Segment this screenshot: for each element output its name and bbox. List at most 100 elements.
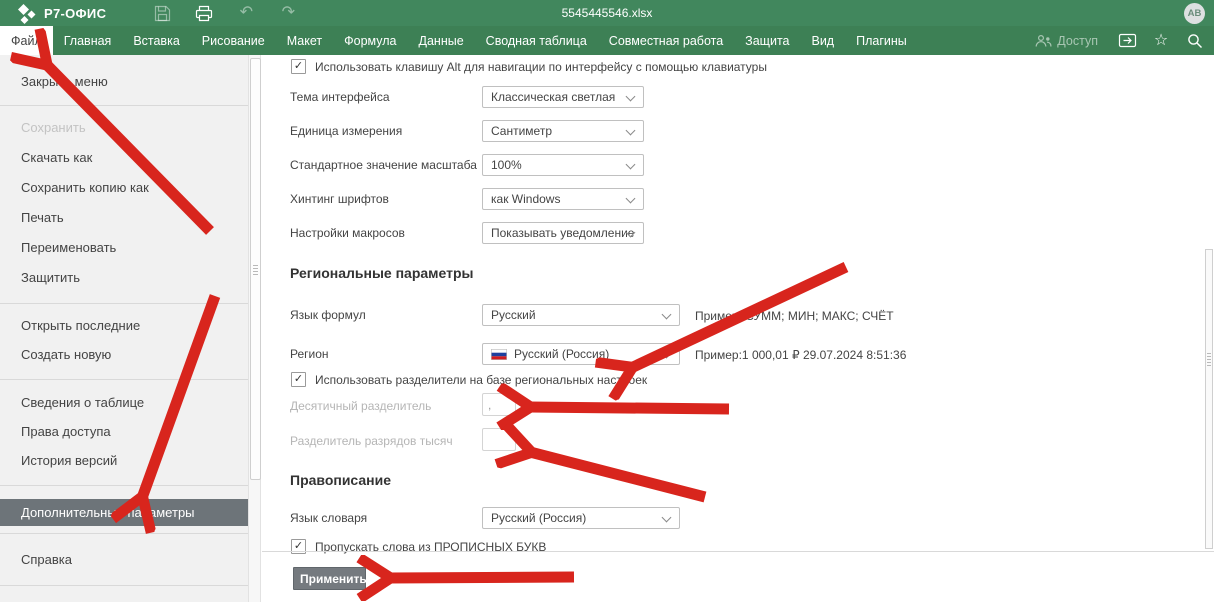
regional-separators-checkbox-row: ✓ Использовать разделители на базе регио… <box>291 372 647 387</box>
unit-label: Единица измерения <box>290 124 402 138</box>
tab-file[interactable]: Файл <box>0 26 53 55</box>
undo-icon[interactable]: ↶ <box>236 3 256 23</box>
save-icon[interactable] <box>152 3 172 23</box>
share-access-button[interactable]: Доступ <box>1023 34 1110 48</box>
tab-pivot-table[interactable]: Сводная таблица <box>475 26 598 55</box>
menu-save-copy-as[interactable]: Сохранить копию как <box>0 174 248 202</box>
regional-section-title: Региональные параметры <box>290 265 474 281</box>
tab-protection[interactable]: Защита <box>734 26 800 55</box>
macros-select[interactable]: Показывать уведомление <box>482 222 644 244</box>
formula-language-row: Язык формул Русский Пример: СУММ; МИН; М… <box>262 304 1214 328</box>
chevron-down-icon <box>662 310 672 320</box>
region-label: Регион <box>290 347 329 361</box>
user-avatar[interactable]: AB <box>1184 3 1205 24</box>
thousands-separator-input[interactable] <box>482 428 516 451</box>
tab-view[interactable]: Вид <box>800 26 845 55</box>
tab-collaboration[interactable]: Совместная работа <box>598 26 734 55</box>
dictionary-language-label: Язык словаря <box>290 511 367 525</box>
divider <box>0 585 248 586</box>
tab-draw[interactable]: Рисование <box>191 26 276 55</box>
menu-version-history[interactable]: История версий <box>0 447 248 475</box>
share-access-label: Доступ <box>1057 34 1098 48</box>
menu-rename[interactable]: Переименовать <box>0 234 248 262</box>
alt-navigation-checkbox[interactable]: ✓ <box>291 59 306 74</box>
tab-formula[interactable]: Формула <box>333 26 407 55</box>
formula-language-select[interactable]: Русский <box>482 304 680 326</box>
menu-download-as[interactable]: Скачать как <box>0 144 248 172</box>
chevron-down-icon <box>626 160 636 170</box>
thousands-separator-row: Разделитель разрядов тысяч <box>262 428 1214 452</box>
sidebar-scrollbar-thumb[interactable] <box>250 58 261 480</box>
apply-button[interactable]: Применить <box>293 567 366 590</box>
formula-language-label: Язык формул <box>290 308 366 322</box>
regional-separators-label: Использовать разделители на базе региона… <box>315 373 647 387</box>
top-bar: Р7-ОФИС ↶ ↷ <box>0 0 1214 26</box>
tab-data[interactable]: Данные <box>408 26 475 55</box>
tabbar-right-icons: Доступ ☆ <box>1023 26 1214 55</box>
thousands-separator-label: Разделитель разрядов тысяч <box>290 434 453 448</box>
chevron-down-icon <box>662 349 672 359</box>
menu-print[interactable]: Печать <box>0 204 248 232</box>
tab-insert[interactable]: Вставка <box>122 26 190 55</box>
theme-select[interactable]: Классическая светлая <box>482 86 644 108</box>
menu-access-rights[interactable]: Права доступа <box>0 418 248 446</box>
menu-protect[interactable]: Защитить <box>0 264 248 292</box>
region-select[interactable]: Русский (Россия) <box>482 343 680 365</box>
chevron-down-icon <box>662 513 672 523</box>
quick-toolbar: ↶ ↷ <box>152 3 298 23</box>
menu-help[interactable]: Справка <box>0 546 248 574</box>
chevron-down-icon <box>626 92 636 102</box>
chevron-down-icon <box>626 194 636 204</box>
sidebar-scrollbar[interactable] <box>248 55 261 602</box>
menu-close[interactable]: Закрыть меню <box>0 68 248 96</box>
advanced-settings-panel: ✓ Использовать клавишу Alt для навигации… <box>262 55 1214 602</box>
check-icon: ✓ <box>294 61 303 72</box>
app-window: Р7-ОФИС ↶ ↷ <box>0 0 1214 602</box>
check-icon: ✓ <box>294 374 303 385</box>
menu-open-recent[interactable]: Открыть последние <box>0 312 248 340</box>
ribbon-tab-bar: Файл Главная Вставка Рисование Макет Фор… <box>0 26 1214 55</box>
menu-spreadsheet-info[interactable]: Сведения о таблице <box>0 389 248 417</box>
file-menu-panel: Закрыть меню Сохранить Скачать как Сохра… <box>0 55 248 602</box>
default-zoom-select[interactable]: 100% <box>482 154 644 176</box>
font-hinting-row: Хинтинг шрифтов как Windows <box>262 188 1214 212</box>
decimal-separator-input[interactable] <box>482 393 516 416</box>
tab-layout[interactable]: Макет <box>276 26 333 55</box>
theme-row: Тема интерфейса Классическая светлая <box>262 86 1214 110</box>
dictionary-language-row: Язык словаря Русский (Россия) <box>262 507 1214 531</box>
print-icon[interactable] <box>194 3 214 23</box>
search-icon[interactable] <box>1178 26 1212 55</box>
default-zoom-label: Стандартное значение масштаба <box>290 158 477 172</box>
users-icon <box>1035 34 1052 48</box>
open-file-location-icon[interactable] <box>1110 26 1144 55</box>
redo-icon[interactable]: ↷ <box>278 3 298 23</box>
app-logo: Р7-ОФИС <box>0 3 106 24</box>
theme-label: Тема интерфейса <box>290 90 390 104</box>
content-bottom-divider <box>262 551 1214 552</box>
menu-advanced-settings[interactable]: Дополнительные параметры <box>0 499 248 526</box>
decimal-separator-label: Десятичный разделитель <box>290 399 431 413</box>
dictionary-language-select[interactable]: Русский (Россия) <box>482 507 680 529</box>
regional-separators-checkbox[interactable]: ✓ <box>291 372 306 387</box>
default-zoom-row: Стандартное значение масштаба 100% <box>262 154 1214 178</box>
app-name: Р7-ОФИС <box>44 6 106 21</box>
divider <box>0 485 248 486</box>
font-hinting-select[interactable]: как Windows <box>482 188 644 210</box>
tab-plugins[interactable]: Плагины <box>845 26 918 55</box>
macros-label: Настройки макросов <box>290 226 405 240</box>
region-example-text: Пример:1 000,01 ₽ 29.07.2024 8:51:36 <box>695 348 906 362</box>
logo-diamonds-icon <box>14 3 37 24</box>
favorite-star-icon[interactable]: ☆ <box>1144 26 1178 55</box>
unit-row: Единица измерения Сантиметр <box>262 120 1214 144</box>
menu-create-new[interactable]: Создать новую <box>0 341 248 369</box>
font-hinting-label: Хинтинг шрифтов <box>290 192 389 206</box>
region-row: Регион Русский (Россия) Пример:1 000,01 … <box>262 343 1214 367</box>
unit-select[interactable]: Сантиметр <box>482 120 644 142</box>
tab-home[interactable]: Главная <box>53 26 123 55</box>
content-scrollbar[interactable] <box>1205 249 1213 549</box>
alt-navigation-checkbox-row: ✓ Использовать клавишу Alt для навигации… <box>291 59 767 74</box>
macros-row: Настройки макросов Показывать уведомлени… <box>262 222 1214 246</box>
divider <box>0 105 248 106</box>
decimal-separator-row: Десятичный разделитель <box>262 393 1214 417</box>
divider <box>0 303 248 304</box>
